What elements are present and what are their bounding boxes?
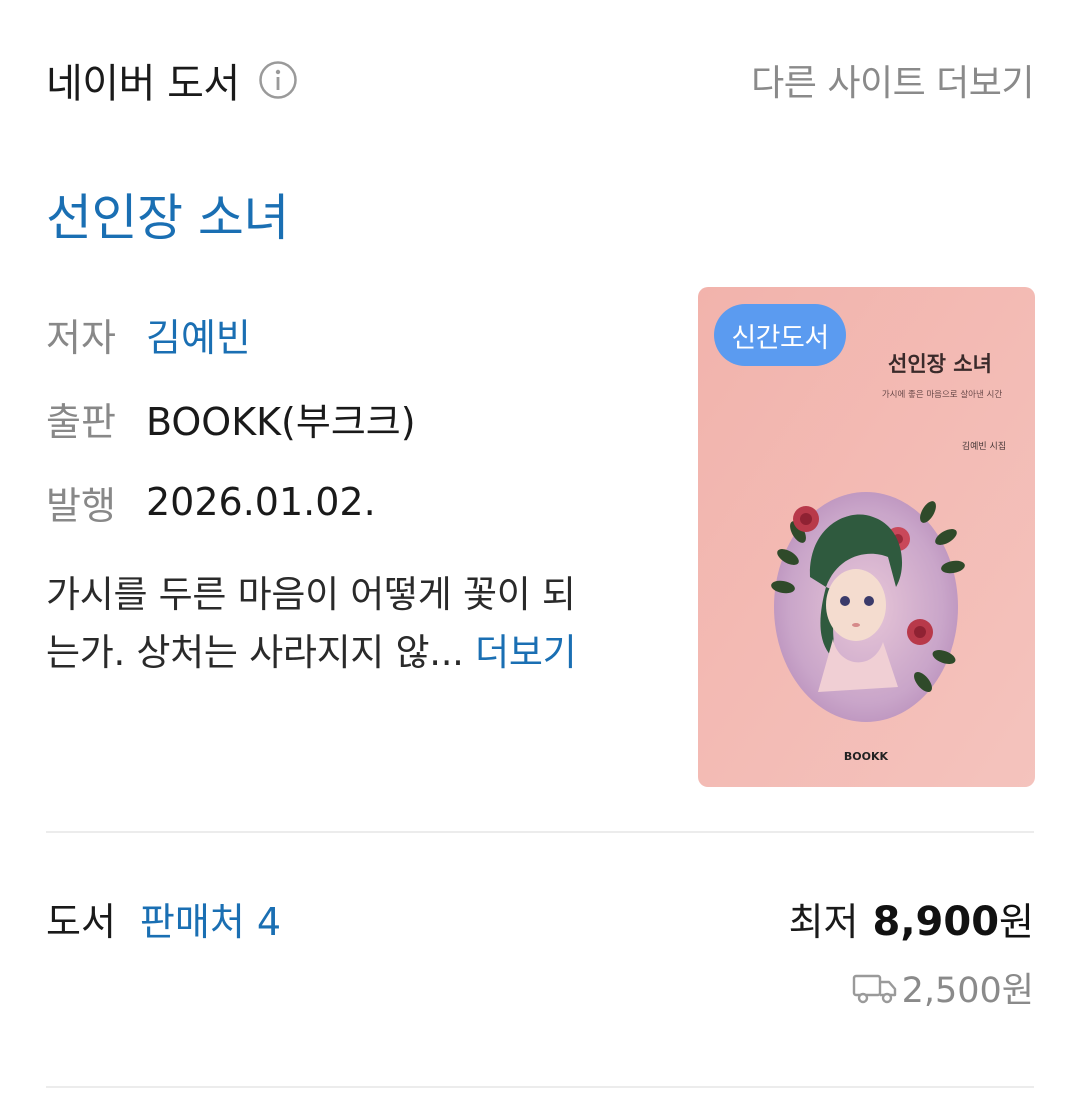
- store-left: 도서 판매처 4: [46, 891, 281, 946]
- description-line-2-wrap: 는가. 상처는 사라지지 않... 더보기: [46, 624, 646, 682]
- shipping-fee: 2,500원: [852, 962, 1034, 1013]
- book-meta: 저자 김예빈 출판 BOOKK(부크크) 발행 2026.01.02.: [46, 292, 416, 544]
- description-more-link[interactable]: 더보기: [475, 631, 577, 674]
- date-label: 발행: [46, 483, 116, 528]
- publisher-value: BOOKK(부크크): [146, 399, 416, 444]
- date-row: 발행 2026.01.02.: [46, 460, 416, 544]
- section-title: 네이버 도서: [46, 61, 240, 107]
- cover-title: 선인장 소녀: [888, 352, 992, 376]
- divider: [46, 1086, 1034, 1088]
- store-row: 도서 판매처 4 최저 8,900 원: [46, 888, 1034, 948]
- publisher-label: 출판: [46, 399, 116, 444]
- publisher-row: 출판 BOOKK(부크크): [46, 376, 416, 460]
- more-sites-link[interactable]: 다른 사이트 더보기: [751, 54, 1034, 106]
- lowest-price-unit: 원: [999, 899, 1034, 944]
- section-header-left: 네이버 도서: [46, 51, 298, 109]
- info-icon[interactable]: [258, 60, 298, 100]
- description-line-1: 가시를 두른 마음이 어떻게 꽃이 되: [46, 573, 576, 616]
- book-description: 가시를 두른 마음이 어떻게 꽃이 되 는가. 상처는 사라지지 않... 더보…: [46, 566, 646, 682]
- book-title[interactable]: 선인장 소녀: [46, 178, 289, 250]
- author-row: 저자 김예빈: [46, 292, 416, 376]
- divider: [46, 831, 1034, 833]
- description-line-2: 는가. 상처는 사라지지 않...: [46, 631, 464, 674]
- truck-icon: [852, 974, 896, 1003]
- section-header: 네이버 도서 다른 사이트 더보기: [46, 52, 1034, 108]
- author-link[interactable]: 김예빈: [146, 307, 251, 362]
- cover-subtitle: 가시에 좋은 마음으로 살아낸 시간: [882, 389, 1002, 400]
- lowest-price-label: 최저: [788, 899, 859, 944]
- cover-author: 김예빈 시집: [962, 440, 1006, 452]
- shipping-fee-value: 2,500원: [901, 971, 1034, 1011]
- store-count-link[interactable]: 판매처 4: [140, 891, 281, 946]
- author-label: 저자: [46, 315, 116, 360]
- lowest-price-value: 8,900: [872, 898, 1000, 945]
- cover-publisher-logo: BOOKK: [844, 750, 889, 763]
- store-label: 도서: [46, 899, 116, 944]
- lowest-price[interactable]: 최저 8,900 원: [789, 891, 1034, 946]
- new-book-badge: 신간도서: [714, 304, 846, 366]
- date-value: 2026.01.02.: [146, 480, 376, 524]
